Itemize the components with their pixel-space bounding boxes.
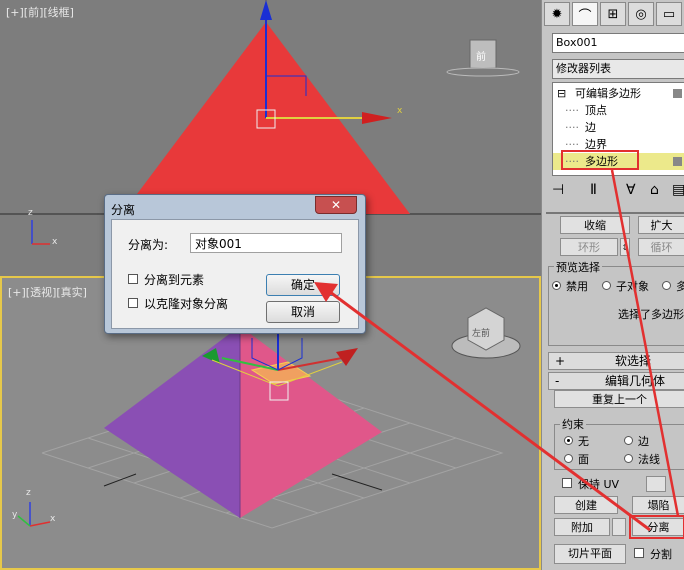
grow-button[interactable]: 扩大 bbox=[638, 216, 684, 234]
constraint-face-radio[interactable] bbox=[564, 454, 573, 463]
preview-disabled-radio[interactable] bbox=[552, 281, 561, 290]
detach-as-input[interactable] bbox=[190, 233, 342, 253]
make-unique-icon[interactable]: ∀ bbox=[626, 182, 636, 198]
close-icon[interactable]: ✕ bbox=[315, 196, 357, 214]
constraint-edge-label: 边 bbox=[638, 435, 649, 448]
split-label: 分割 bbox=[650, 548, 672, 561]
edit-geometry-rollout[interactable]: - 编辑几何体 bbox=[548, 372, 684, 390]
modify-icon[interactable]: ⌒ bbox=[572, 2, 598, 26]
persp-tripod-z-label: z bbox=[26, 488, 31, 498]
detach-as-clone-checkbox[interactable] bbox=[128, 298, 138, 308]
tripod-x-label: x bbox=[52, 237, 58, 247]
preserve-uv-label: 保持 UV bbox=[578, 478, 620, 491]
object-name-field[interactable]: Box001 bbox=[552, 33, 684, 53]
dialog-body: 分离为: 分离到元素 以克隆对象分离 确定 取消 bbox=[111, 219, 359, 329]
create-icon[interactable]: ✹ bbox=[544, 2, 570, 26]
constraint-none-radio[interactable] bbox=[564, 436, 573, 445]
constraints-label: 约束 bbox=[560, 416, 586, 432]
display-icon[interactable]: ▭ bbox=[656, 2, 682, 26]
ok-button[interactable]: 确定 bbox=[266, 274, 340, 296]
ring-spinner[interactable]: ⇕ bbox=[620, 238, 630, 256]
selection-status-text: 选择了多边形 bbox=[618, 308, 684, 321]
front-viewport-label[interactable]: [+][前][线框] bbox=[6, 4, 74, 20]
constraint-normal-radio[interactable] bbox=[624, 454, 633, 463]
polygon-highlight-box bbox=[561, 150, 639, 170]
cancel-button[interactable]: 取消 bbox=[266, 301, 340, 323]
view-cube-ring bbox=[446, 67, 520, 77]
ring-button[interactable]: 环形 bbox=[560, 238, 618, 256]
split-checkbox[interactable] bbox=[634, 548, 644, 558]
preview-multiple-label: 多个 bbox=[676, 278, 684, 294]
persp-view-cube-label[interactable]: 左前 bbox=[472, 326, 490, 339]
modifier-list-dropdown[interactable]: 修改器列表 bbox=[552, 59, 684, 79]
persp-tripod-x-label: x bbox=[50, 514, 56, 524]
remove-modifier-icon[interactable]: ⌂ bbox=[650, 182, 659, 198]
loop-button[interactable]: 循环 bbox=[638, 238, 684, 256]
configure-sets-icon[interactable]: ▤ bbox=[672, 182, 684, 198]
collapse-icon[interactable]: ⊟ bbox=[557, 85, 566, 102]
create-button[interactable]: 创建 bbox=[554, 496, 618, 514]
preview-selection-label: 预览选择 bbox=[554, 259, 602, 275]
detach-dialog: 分离 ✕ 分离为: 分离到元素 以克隆对象分离 确定 取消 bbox=[104, 194, 366, 334]
soft-selection-rollout[interactable]: + 软选择 bbox=[548, 352, 684, 370]
pyramid-left-face bbox=[104, 326, 240, 518]
detach-as-label: 分离为: bbox=[128, 238, 169, 252]
stack-toggle-icon[interactable] bbox=[673, 89, 682, 98]
tripod-z-label: z bbox=[28, 208, 33, 218]
attach-button[interactable]: 附加 bbox=[554, 518, 610, 536]
constraint-face-label: 面 bbox=[578, 453, 589, 466]
repeat-last-button[interactable]: 重复上一个 bbox=[554, 390, 684, 408]
motion-icon[interactable]: ◎ bbox=[628, 2, 654, 26]
gizmo-x-arrow bbox=[362, 112, 392, 124]
detach-highlight-box bbox=[629, 515, 684, 539]
shrink-button[interactable]: 收缩 bbox=[560, 216, 630, 234]
constraint-normal-label: 法线 bbox=[638, 453, 660, 466]
perspective-viewport-label[interactable]: [+][透视][真实] bbox=[8, 284, 87, 300]
panel-divider bbox=[546, 212, 684, 214]
persp-tripod-y-label: y bbox=[12, 510, 18, 520]
constraint-none-label: 无 bbox=[578, 435, 589, 448]
stack-root-label: 可编辑多边形 bbox=[575, 87, 641, 100]
preview-multiple-radio[interactable] bbox=[662, 281, 671, 290]
slice-plane-button[interactable]: 切片平面 bbox=[554, 544, 626, 564]
command-panel-tabs: ✹ ⌒ ⊞ ◎ ▭ bbox=[544, 2, 684, 26]
stack-root-row[interactable]: ⊟ 可编辑多边形 bbox=[553, 85, 684, 102]
stack-item-edge[interactable]: ···· 边 bbox=[553, 119, 684, 136]
detach-to-element-checkbox[interactable] bbox=[128, 274, 138, 284]
detach-as-clone-label: 以克隆对象分离 bbox=[144, 297, 229, 311]
preview-subobject-radio[interactable] bbox=[602, 281, 611, 290]
show-end-result-icon[interactable]: Ⅱ bbox=[590, 182, 597, 198]
preserve-uv-settings-button[interactable] bbox=[646, 476, 666, 492]
pin-stack-icon[interactable]: ⊣ bbox=[552, 182, 564, 198]
detach-to-element-label: 分离到元素 bbox=[144, 273, 205, 287]
hierarchy-icon[interactable]: ⊞ bbox=[600, 2, 626, 26]
preview-subobject-label: 子对象 bbox=[616, 280, 649, 293]
preserve-uv-checkbox[interactable] bbox=[562, 478, 572, 488]
gizmo-z-arrow bbox=[260, 0, 272, 20]
view-cube-label[interactable]: 前 bbox=[476, 48, 486, 63]
collapse-button[interactable]: 塌陷 bbox=[632, 496, 684, 514]
pyramid-right-face bbox=[240, 326, 382, 518]
stack-item-vertex[interactable]: ···· 顶点 bbox=[553, 102, 684, 119]
command-panel: ✹ ⌒ ⊞ ◎ ▭ Box001 修改器列表 ⊟ 可编辑多边形 ···· 顶点 ·… bbox=[541, 0, 684, 570]
attach-list-button[interactable] bbox=[612, 518, 626, 536]
constraint-edge-radio[interactable] bbox=[624, 436, 633, 445]
preview-disabled-label: 禁用 bbox=[566, 280, 588, 293]
dialog-title: 分离 bbox=[111, 203, 136, 217]
gizmo-x-label: x bbox=[397, 106, 403, 116]
